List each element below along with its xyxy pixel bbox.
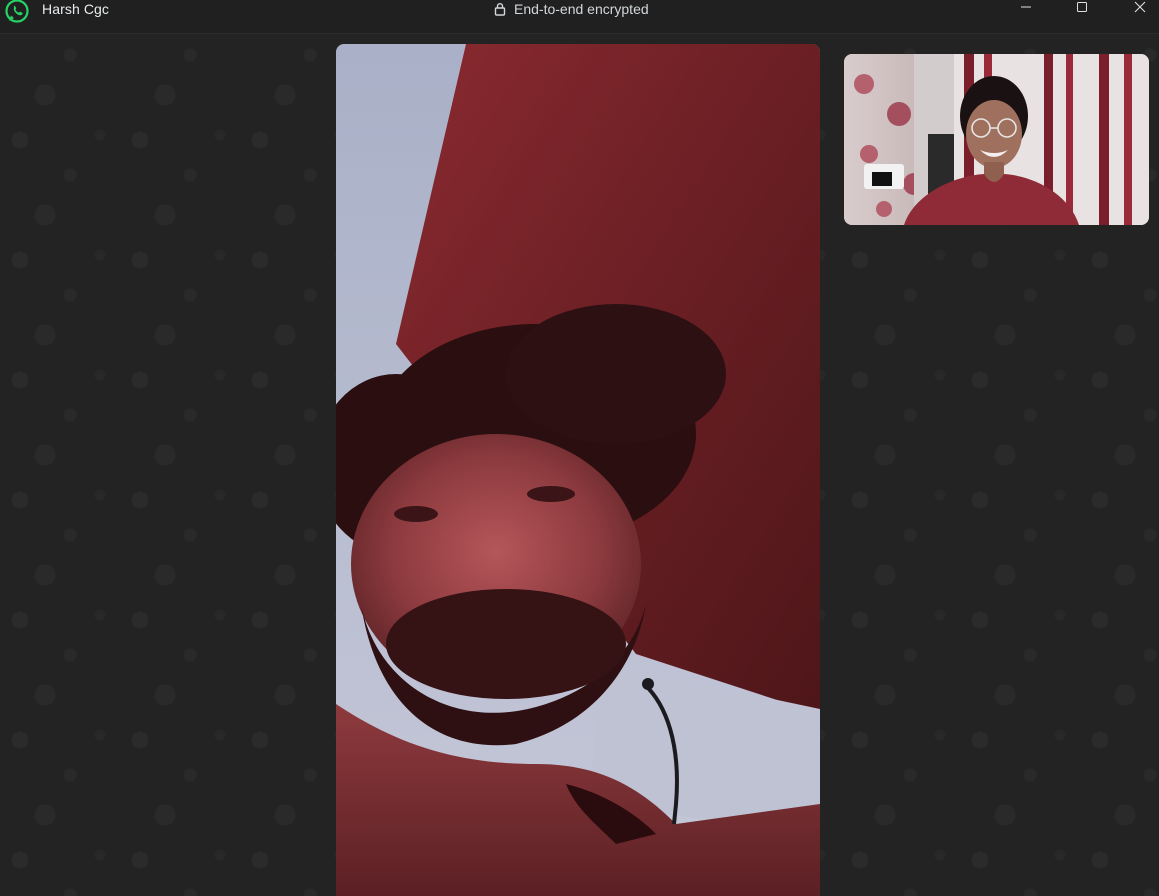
maximize-icon	[1076, 1, 1088, 13]
contact-name: Harsh Cgc	[42, 1, 110, 17]
whatsapp-icon	[4, 0, 30, 24]
title-bar: Harsh Cgc End-to-end encrypted	[0, 0, 1159, 34]
local-camera-preview[interactable]	[844, 54, 1149, 225]
encryption-label: End-to-end encrypted	[514, 1, 649, 17]
minimize-icon	[1020, 1, 1032, 13]
close-icon	[1134, 1, 1146, 13]
encryption-status: End-to-end encrypted	[494, 1, 649, 17]
video-call-window: Harsh Cgc End-to-end encrypted	[0, 0, 1159, 896]
lock-icon	[494, 2, 506, 16]
maximize-button[interactable]	[1059, 0, 1105, 18]
remote-participant-video[interactable]	[336, 44, 820, 896]
close-button[interactable]	[1117, 0, 1159, 18]
minimize-button[interactable]	[1003, 0, 1049, 18]
